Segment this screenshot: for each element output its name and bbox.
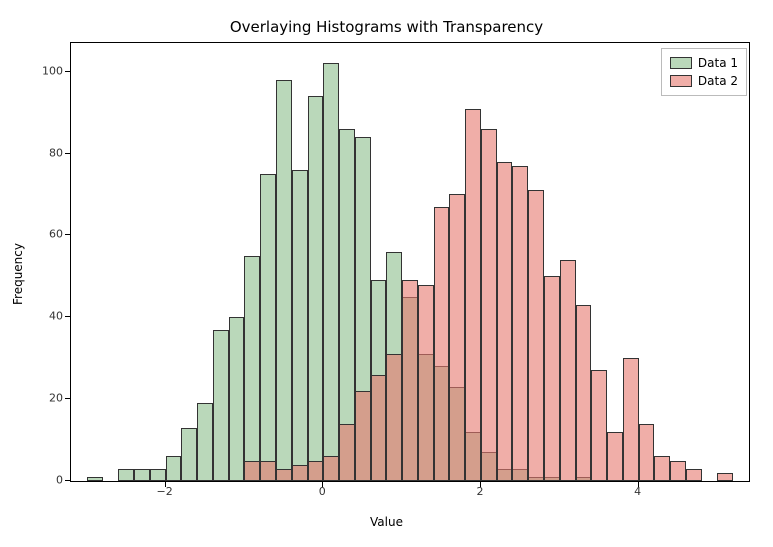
bar-d2	[434, 207, 450, 481]
bar-d2	[576, 305, 592, 481]
bar-d2	[686, 469, 702, 481]
bar-d2	[339, 424, 355, 481]
legend-item-data2: Data 2	[670, 72, 738, 90]
bar-d2	[639, 424, 655, 481]
y-tick-label: 100	[23, 64, 63, 77]
bar-d2	[670, 461, 686, 481]
bar-d2	[512, 166, 528, 481]
bar-d2	[623, 358, 639, 481]
bar-d2	[607, 432, 623, 481]
bar-d2	[481, 129, 497, 481]
bar-d2	[465, 109, 481, 482]
y-axis-label: Frequency	[11, 243, 25, 305]
histogram-data2	[71, 43, 749, 481]
y-tick-label: 80	[23, 146, 63, 159]
bar-d2	[418, 285, 434, 481]
plot-area	[70, 42, 750, 482]
x-tick-label: −2	[156, 485, 172, 498]
bar-d2	[402, 280, 418, 481]
bar-d2	[244, 461, 260, 481]
legend-item-data1: Data 1	[670, 54, 738, 72]
bar-d2	[386, 354, 402, 481]
bar-d2	[654, 456, 670, 481]
y-tick-label: 60	[23, 228, 63, 241]
x-tick-label: 2	[476, 485, 483, 498]
bar-d2	[371, 375, 387, 481]
bar-d2	[717, 473, 733, 481]
bar-d2	[591, 370, 607, 481]
y-tick-label: 20	[23, 392, 63, 405]
y-tick-label: 0	[23, 474, 63, 487]
bar-d2	[292, 465, 308, 481]
legend-label-data2: Data 2	[698, 72, 738, 90]
chart-title: Overlaying Histograms with Transparency	[0, 18, 773, 36]
legend: Data 1 Data 2	[661, 48, 747, 96]
bar-d2	[449, 194, 465, 481]
bar-d2	[276, 469, 292, 481]
bar-d2	[323, 456, 339, 481]
bar-d2	[560, 260, 576, 481]
legend-swatch-data2	[670, 75, 692, 87]
bar-d2	[497, 162, 513, 481]
x-tick-label: 4	[634, 485, 641, 498]
bar-d2	[544, 276, 560, 481]
y-tick-label: 40	[23, 310, 63, 323]
x-axis-label: Value	[0, 515, 773, 529]
x-tick-label: 0	[319, 485, 326, 498]
chart-figure: Overlaying Histograms with Transparency …	[0, 0, 773, 547]
legend-swatch-data1	[670, 57, 692, 69]
bar-d2	[260, 461, 276, 481]
legend-label-data1: Data 1	[698, 54, 738, 72]
bar-d2	[308, 461, 324, 481]
bar-d2	[355, 391, 371, 481]
bar-d2	[528, 190, 544, 481]
